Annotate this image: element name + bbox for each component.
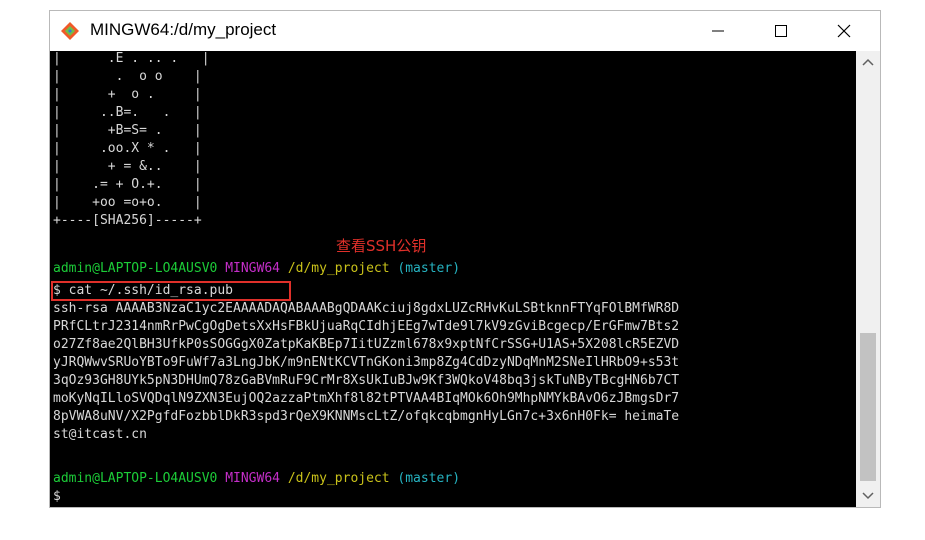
prompt-branch: (master) <box>397 261 461 276</box>
maximize-button[interactable] <box>758 11 804 51</box>
close-button[interactable] <box>821 11 867 51</box>
input-prompt[interactable]: $ <box>53 488 61 506</box>
chevron-up-icon <box>862 58 874 66</box>
vertical-scrollbar[interactable] <box>856 51 880 507</box>
key-line: 8pVWA8uNV/X2PgfdFozbblDkR3spd3rQeX9KNNMs… <box>53 409 680 424</box>
art-line: | . o o | <box>53 69 202 84</box>
prompt-path: /d/my_project <box>287 471 390 486</box>
art-line: | +oo =o+o. | <box>53 195 202 210</box>
prompt-user: admin@LAPTOP-LO4AUSV0 <box>53 261 218 276</box>
prompt-line: admin@LAPTOP-LO4AUSV0 MINGW64 /d/my_proj… <box>53 260 460 278</box>
prompt-line: admin@LAPTOP-LO4AUSV0 MINGW64 /d/my_proj… <box>53 470 460 488</box>
art-line: | + = &.. | <box>53 159 202 174</box>
chevron-down-icon <box>862 492 874 500</box>
scroll-down-button[interactable] <box>856 485 880 507</box>
scroll-thumb[interactable] <box>860 333 876 481</box>
art-line: | .= + O.+. | <box>53 177 202 192</box>
prompt-path: /d/my_project <box>287 261 390 276</box>
terminal-window: MINGW64:/d/my_project | .E . .. . | | . … <box>49 10 881 508</box>
key-line: o27Zf8ae2QlBH3UfkP0sSOGGgX0ZatpKaKBEp7Ii… <box>53 337 680 352</box>
maximize-icon <box>775 25 787 37</box>
art-line: | .oo.X * . | <box>53 141 202 156</box>
minimize-icon <box>712 30 724 32</box>
prompt-env: MINGW64 <box>225 261 280 276</box>
art-line: +----[SHA256]-----+ <box>53 213 202 228</box>
art-line: | ..B=. . | <box>53 105 202 120</box>
art-line: | +B=S= . | <box>53 123 202 138</box>
key-line: yJRQWwvSRUoYBTo9FuWf7a3LngJbK/m9nENtKCVT… <box>53 355 680 370</box>
key-line: PRfCLtrJ2314nmRrPwCgOgDetsXxHsFBkUjuaRqC… <box>53 319 680 334</box>
git-bash-icon <box>60 21 80 41</box>
art-line: | .E . .. . | <box>53 51 210 66</box>
art-line: | + o . | <box>53 87 202 102</box>
scroll-up-button[interactable] <box>856 51 880 73</box>
key-line: st@itcast.cn <box>53 427 147 442</box>
prompt-user: admin@LAPTOP-LO4AUSV0 <box>53 471 218 486</box>
prompt-env: MINGW64 <box>225 471 280 486</box>
window-title: MINGW64:/d/my_project <box>90 20 277 39</box>
key-line: moKyNqILloSVQDqlN9ZXN3EujOQ2azzaPtmXhf8l… <box>53 391 680 406</box>
annotation-label: 查看SSH公钥 <box>336 237 427 255</box>
prompt-branch: (master) <box>397 471 461 486</box>
key-line: 3qOz93GH8UYk5pN3DHUmQ78zGaBVmRuF9CrMr8Xs… <box>53 373 680 388</box>
title-bar[interactable]: MINGW64:/d/my_project <box>50 11 880 51</box>
command-highlight-box <box>51 281 291 301</box>
close-icon <box>837 24 851 38</box>
key-line: ssh-rsa AAAAB3NzaC1yc2EAAAADAQABAAABgQDA… <box>53 301 680 316</box>
minimize-button[interactable] <box>695 11 741 51</box>
terminal-output[interactable]: | .E . .. . | | . o o | | + o . | | ..B=… <box>50 51 856 507</box>
